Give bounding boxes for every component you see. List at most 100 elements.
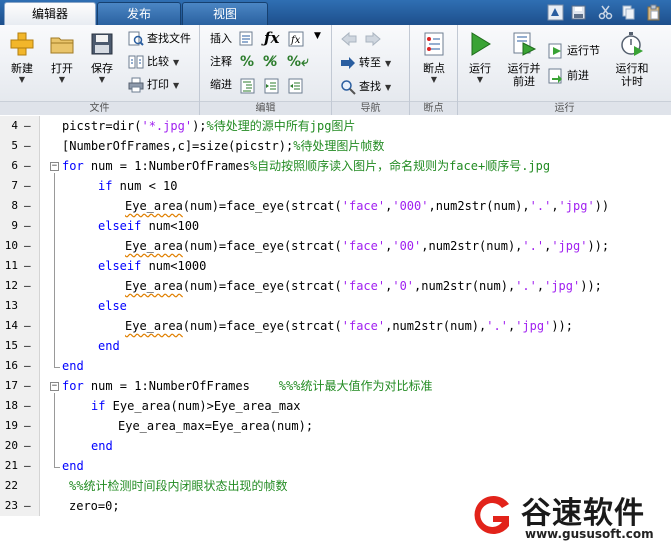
run-group: 运行 ▼ 运行并 前进 运行节 前进 运行和 计时 运行: [458, 25, 671, 115]
breakpoint-marker[interactable]: —: [24, 496, 31, 516]
code-token: ));: [580, 279, 602, 293]
breakpoints-icon: [424, 32, 444, 56]
insert-section-icon[interactable]: [239, 31, 255, 47]
code-line[interactable]: 21 — end: [0, 456, 671, 476]
breakpoint-marker[interactable]: —: [24, 416, 31, 436]
code-keyword: end: [62, 359, 84, 373]
back-arrow-icon[interactable]: [340, 31, 358, 47]
new-button[interactable]: 新建 ▼: [2, 28, 42, 85]
save-icon[interactable]: [570, 4, 587, 21]
code-token: Eye_area: [125, 279, 183, 293]
code-text: end: [62, 456, 84, 476]
comment-percent-icon[interactable]: %: [240, 54, 254, 70]
code-text: Eye_area(num)=face_eye(strcat('face','0'…: [125, 276, 602, 296]
code-line[interactable]: 6 — for num = 1:NumberOfFrames%自动按照顺序读入图片，…: [0, 156, 671, 176]
find-files-button[interactable]: 查找文件: [128, 29, 191, 49]
watermark-brand: 谷速软件: [521, 496, 645, 531]
breakpoints-group: 断点 ▼ 断点: [410, 25, 458, 115]
breakpoint-marker[interactable]: —: [24, 396, 31, 416]
indent-button[interactable]: 缩进: [210, 75, 232, 95]
code-line[interactable]: 5 — [NumberOfFrames,c]=size(picstr);%待处理图片…: [0, 136, 671, 156]
insert-function-icon[interactable]: ƒx: [264, 29, 279, 47]
code-text: Eye_area(num)=face_eye(strcat('face',num…: [125, 316, 573, 336]
folder-icon: [50, 37, 74, 54]
tab-publish[interactable]: 发布: [97, 2, 181, 25]
fold-guide: [54, 173, 55, 367]
goto-button[interactable]: 转至 ▼: [340, 53, 391, 73]
chevron-down-icon[interactable]: ▼: [314, 31, 321, 41]
tab-editor[interactable]: 编辑器: [4, 2, 96, 25]
increase-indent-icon[interactable]: [264, 78, 280, 94]
breakpoint-marker[interactable]: —: [24, 156, 31, 176]
breakpoint-marker[interactable]: —: [24, 456, 31, 476]
breakpoint-marker[interactable]: —: [24, 256, 31, 276]
forward-arrow-icon[interactable]: [364, 31, 382, 47]
uncomment-icon[interactable]: %̸: [263, 54, 277, 70]
breakpoints-button[interactable]: 断点 ▼: [414, 28, 454, 85]
code-line[interactable]: 4 — picstr=dir('*.jpg');%待处理的源中所有jpg图片: [0, 116, 671, 136]
print-button[interactable]: 打印 ▼: [128, 75, 179, 95]
line-number: 17: [4, 379, 18, 392]
code-text: end: [98, 336, 120, 356]
line-number: 4: [11, 119, 18, 132]
run-button[interactable]: 运行 ▼: [460, 28, 500, 85]
smart-indent-icon[interactable]: [240, 78, 256, 94]
breakpoint-marker[interactable]: —: [24, 376, 31, 396]
code-line[interactable]: 18 — if Eye_area(num)>Eye_area_max: [0, 396, 671, 416]
code-line[interactable]: 14 — Eye_area(num)=face_eye(strcat('face',…: [0, 316, 671, 336]
find-button[interactable]: 查找 ▼: [340, 77, 391, 97]
code-line[interactable]: 9 — elseif num<100: [0, 216, 671, 236]
breakpoint-marker[interactable]: —: [24, 176, 31, 196]
code-line[interactable]: 16 — end: [0, 356, 671, 376]
open-button[interactable]: 打开 ▼: [42, 28, 82, 85]
code-line[interactable]: 7 — if num < 10: [0, 176, 671, 196]
code-line[interactable]: 13 else: [0, 296, 671, 316]
code-line[interactable]: 15 — end: [0, 336, 671, 356]
wrap-comments-icon[interactable]: %⤶: [287, 54, 309, 70]
comment-button[interactable]: 注释: [210, 52, 232, 72]
breakpoint-marker[interactable]: —: [24, 356, 31, 376]
code-line[interactable]: 19 — Eye_area_max=Eye_area(num);: [0, 416, 671, 436]
run-and-time-button[interactable]: 运行和 计时: [610, 28, 654, 88]
tab-view[interactable]: 视图: [182, 2, 268, 25]
line-number: 15: [4, 339, 18, 352]
function-browser-icon[interactable]: fx: [288, 31, 304, 47]
code-line[interactable]: 12 — Eye_area(num)=face_eye(strcat('face',…: [0, 276, 671, 296]
code-editor[interactable]: 4 — picstr=dir('*.jpg');%待处理的源中所有jpg图片 5 — [N…: [0, 116, 671, 516]
copy-icon[interactable]: [620, 4, 637, 21]
breakpoint-marker[interactable]: —: [24, 236, 31, 256]
run-and-advance-button[interactable]: 运行并 前进: [502, 28, 546, 88]
breakpoint-marker[interactable]: —: [24, 216, 31, 236]
insert-button[interactable]: 插入: [210, 29, 232, 49]
code-line[interactable]: 10 — Eye_area(num)=face_eye(strcat('face',…: [0, 236, 671, 256]
breakpoint-marker[interactable]: —: [24, 136, 31, 156]
breakpoint-marker[interactable]: —: [24, 336, 31, 356]
advance-button[interactable]: 前进: [548, 66, 589, 86]
code-token: Eye_area: [125, 199, 183, 213]
fold-toggle-for-loop[interactable]: −: [50, 162, 59, 171]
breakpoint-marker[interactable]: —: [24, 316, 31, 336]
code-line[interactable]: 11 — elseif num<1000: [0, 256, 671, 276]
decrease-indent-icon[interactable]: [288, 78, 304, 94]
code-token: Eye_area: [125, 239, 183, 253]
paste-icon[interactable]: [645, 4, 662, 21]
run-section-button[interactable]: 运行节: [548, 41, 600, 61]
code-line[interactable]: 20 — end: [0, 436, 671, 456]
save-button[interactable]: 保存 ▼: [82, 28, 122, 85]
code-line[interactable]: 17 — for num = 1:NumberOfFrames %%%统计最大值作为…: [0, 376, 671, 396]
code-line[interactable]: 8— Eye_area(num)=face_eye(strcat('face','…: [0, 196, 671, 216]
code-text: %%统计检测时间段内闭眼状态出现的帧数: [69, 476, 287, 496]
breakpoint-marker[interactable]: —: [24, 116, 31, 136]
cut-icon[interactable]: [597, 4, 614, 21]
fold-toggle-for-loop-2[interactable]: −: [50, 382, 59, 391]
layout-icon[interactable]: [547, 4, 564, 21]
breakpoint-marker[interactable]: —: [24, 196, 31, 216]
code-text: for num = 1:NumberOfFrames %%%统计最大值作为对比标…: [62, 376, 432, 396]
compare-button[interactable]: 比较 ▼: [128, 52, 179, 72]
code-comment: %待处理的源中所有jpg图片: [206, 119, 356, 133]
toolstrip-tab-bar: 编辑器 发布 视图: [0, 0, 671, 25]
code-text: if num < 10: [98, 176, 177, 196]
breakpoint-marker[interactable]: —: [24, 436, 31, 456]
code-token: ,num2str(num),: [385, 319, 487, 333]
breakpoint-marker[interactable]: —: [24, 276, 31, 296]
